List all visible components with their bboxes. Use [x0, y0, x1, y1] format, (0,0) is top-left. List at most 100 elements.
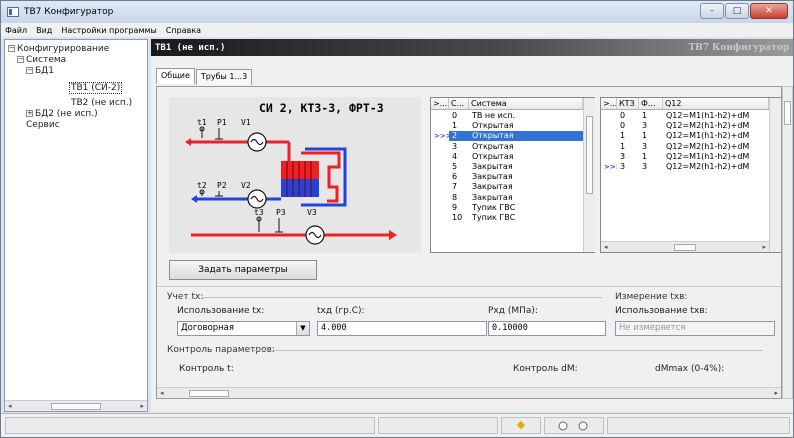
table-row[interactable]: 4 Открытая [431, 152, 583, 162]
menu-settings[interactable]: Настройки программы [61, 26, 157, 35]
scroll-thumb[interactable] [586, 116, 593, 194]
col-phi[interactable]: Ф... [639, 98, 663, 109]
maximize-button[interactable]: □ [725, 3, 749, 19]
window-title: ТВ7 Конфигуратор [24, 7, 114, 17]
label-t2: t2 [197, 181, 207, 190]
expand-icon[interactable]: + [26, 110, 33, 117]
tree-node-bd1[interactable]: − БД1 [26, 66, 54, 76]
table-row[interactable]: 10 Тупик ГВС [431, 213, 583, 223]
table-row[interactable]: >>>2Открытая [431, 131, 583, 142]
table-row[interactable]: 5 Закрытая [431, 162, 583, 172]
dmmax-label: dMmax (0-4%): [655, 364, 725, 374]
label-t3: t3 [254, 208, 264, 217]
supply-pipe [185, 138, 291, 177]
table-row[interactable]: 6 Закрытая [431, 172, 583, 182]
tree-node-tv2-label: ТВ2 (не исп.) [71, 98, 133, 108]
table-row[interactable]: 7 Закрытая [431, 182, 583, 192]
table-row[interactable]: 0 1 Q12=M1(h1-h2)+dM [601, 111, 769, 121]
chevron-down-icon[interactable]: ▼ [296, 322, 309, 335]
col-system-no[interactable]: С... [449, 98, 469, 109]
table-row[interactable]: 3 1 Q12=M1(h1-h2)+dM [601, 152, 769, 162]
tab-pipes[interactable]: Трубы 1...3 [195, 69, 253, 85]
tree-horizontal-scrollbar[interactable]: ◂ ▸ [5, 400, 147, 411]
table-row[interactable]: 0 3 Q12=M2(h1-h2)+dM [601, 121, 769, 131]
table-cell [601, 152, 617, 162]
col-q12[interactable]: Q12 [663, 98, 769, 109]
menu-file[interactable]: Файл [5, 26, 27, 35]
scroll-right-icon[interactable]: ▸ [140, 402, 144, 410]
scroll-left-icon[interactable]: ◂ [8, 402, 12, 410]
panel-horizontal-scrollbar[interactable]: ◂ ▸ [157, 387, 781, 398]
status-cell [544, 417, 604, 434]
table-cell: 1 [642, 131, 648, 141]
table-cell: Закрытая [472, 162, 513, 171]
tab-general[interactable]: Общие [156, 68, 195, 84]
col-kt3[interactable]: КТЗ [617, 98, 639, 109]
minimize-button[interactable]: – [700, 3, 724, 19]
tree-node-service[interactable]: Сервис [26, 120, 60, 130]
table-cell: Q12=M2(h1-h2)+dM [666, 141, 750, 151]
table-cell [431, 172, 449, 182]
table-cell: Тупик ГВС [472, 213, 516, 222]
tree-node-root[interactable]: − Конфигурирование [8, 44, 109, 54]
schema-caption: СИ 2, КТЗ-3, ФРТ-3 [259, 101, 384, 115]
tree-node-system[interactable]: − Система [17, 55, 66, 65]
collapse-icon[interactable]: − [17, 56, 24, 63]
table-cell [431, 111, 449, 121]
col-marker[interactable]: >... [601, 98, 617, 109]
tx-usage-combo[interactable]: Договорная ▼ [177, 321, 310, 336]
table-row[interactable]: 3 Открытая [431, 142, 583, 152]
tree-node-tv2[interactable]: ТВ2 (не исп.) [71, 98, 132, 108]
menu-view[interactable]: Вид [36, 26, 52, 35]
menu-help[interactable]: Справка [166, 26, 201, 35]
panel-vertical-scrollbar[interactable] [782, 86, 793, 399]
pxd-input[interactable]: 0.10000 [488, 321, 606, 336]
table-cell: Закрытая [472, 192, 513, 202]
scroll-thumb[interactable] [784, 101, 791, 125]
table-cell: 3 [452, 141, 458, 151]
scroll-thumb[interactable] [51, 402, 101, 410]
table-row[interactable]: 1 3 Q12=M2(h1-h2)+dM [601, 142, 769, 152]
collapse-icon[interactable]: − [26, 67, 33, 74]
status-bar: ◆ [1, 413, 793, 437]
table-cell: 4 [452, 151, 458, 161]
set-params-button[interactable]: Задать параметры [169, 260, 317, 280]
collapse-icon[interactable]: − [8, 45, 15, 52]
warning-icon: ◆ [501, 417, 541, 434]
col-system[interactable]: Система [469, 98, 583, 109]
systems-grid-scrollbar[interactable] [583, 98, 595, 252]
thv-group-title: Измерение tхв: [615, 292, 688, 302]
kt-grid-scrollbar[interactable] [769, 98, 781, 252]
table-cell: >>> [434, 132, 449, 141]
table-cell [431, 162, 449, 172]
table-row[interactable]: 1 Открытая [431, 121, 583, 131]
txd-input[interactable]: 4.000 [317, 321, 487, 336]
table-row[interactable]: 8 Закрытая [431, 193, 583, 203]
table-cell: Q12=M1(h1-h2)+dM [666, 111, 750, 120]
control-t-label: Контроль t: [179, 364, 234, 374]
return-pipe [191, 195, 281, 203]
kt-grid[interactable]: >... КТЗ Ф... Q12 0 1 Q12=M1(h1-h2)+dM 0 3 Q1… [600, 97, 781, 253]
divider [253, 350, 763, 351]
status-cell [378, 417, 498, 434]
systems-grid[interactable]: >... С... Система 0 ТВ не исп. 1 Открытая >>… [430, 97, 595, 253]
label-t1: t1 [197, 118, 207, 127]
table-cell [601, 142, 617, 152]
tree-node-bd1-label: БД1 [35, 66, 54, 76]
table-cell: 1 [620, 131, 626, 141]
table-cell: 3 [620, 151, 626, 161]
table-cell [431, 142, 449, 152]
table-row[interactable]: 1 1 Q12=M1(h1-h2)+dM [601, 131, 769, 141]
status-cell [607, 417, 790, 434]
tree-node-tv1[interactable]: ТВ1 (СИ-2) [69, 82, 123, 94]
table-cell: Q12=M2(h1-h2)+dM [666, 121, 750, 131]
col-marker[interactable]: >... [431, 98, 449, 109]
table-row[interactable]: 0 ТВ не исп. [431, 111, 583, 121]
heat-exchanger [281, 147, 347, 207]
table-row[interactable]: 9 Тупик ГВС [431, 203, 583, 213]
tree-node-bd2[interactable]: + БД2 (не исп.) [26, 109, 98, 119]
table-row[interactable]: >>>33Q12=M2(h1-h2)+dM [601, 162, 769, 172]
table-cell: 3 [620, 162, 626, 171]
close-button[interactable]: ✕ [750, 3, 788, 19]
kt-grid-horizontal-scrollbar[interactable]: ◂ ▸ [601, 241, 769, 252]
